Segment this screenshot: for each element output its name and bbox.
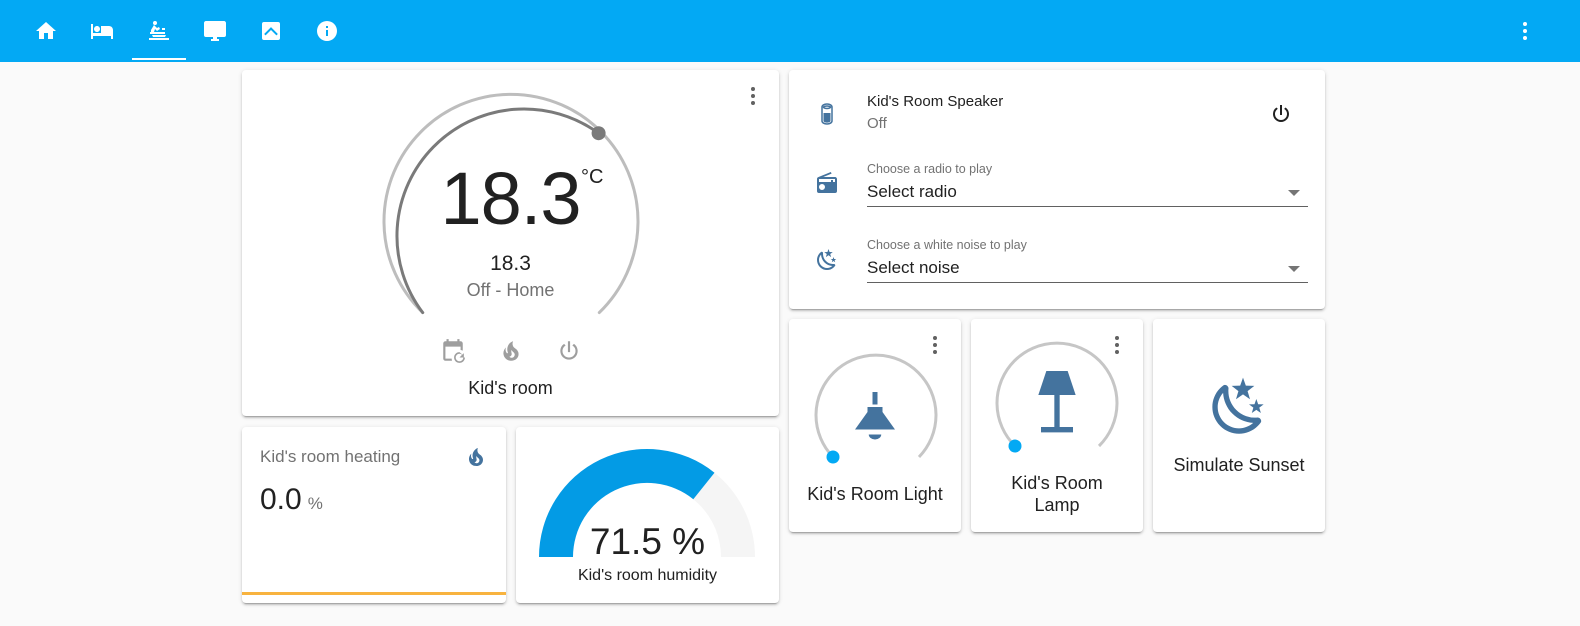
heating-sensor-card[interactable]: Kid's room heating 0.0% [242, 427, 506, 603]
thermostat-name: Kid's room [468, 378, 553, 398]
information-icon [317, 21, 337, 41]
thermostat-handle[interactable] [591, 126, 606, 141]
light-card-kids-room-light: Kid's Room Light [789, 319, 961, 532]
sensor-unit: % [307, 494, 323, 513]
chevron-up-box-icon [262, 22, 280, 40]
noise-select-label: Choose a white noise to play [867, 238, 1027, 252]
overflow-menu-button[interactable] [1510, 16, 1540, 46]
thermostat-status: Off - Home [466, 280, 555, 300]
scene-card-simulate-sunset[interactable]: Simulate Sunset [1153, 319, 1325, 532]
light-toggle-button[interactable] [845, 387, 905, 447]
speaker-icon [821, 103, 833, 125]
gauge-name: Kid's room humidity [577, 567, 718, 584]
scene-name: Simulate Sunset [1173, 455, 1305, 475]
lamp-toggle-button[interactable] [1025, 365, 1089, 441]
thermostat-card: 18.3 °C 18.3 Off - Home Kid's room [242, 70, 779, 416]
top-app-bar [0, 0, 1580, 62]
sensor-history-line [242, 592, 506, 595]
bed-icon [91, 24, 113, 39]
mode-off-button[interactable] [556, 338, 582, 364]
gauge-value: 71.5 % [589, 521, 706, 562]
ceiling-light-icon [855, 392, 895, 440]
radio-icon-wrap [815, 171, 839, 195]
sensor-icon [464, 445, 488, 469]
tab-monitor[interactable] [188, 0, 242, 62]
lamp-name-line2: Lamp [1034, 495, 1080, 515]
radio-select-underline [867, 206, 1308, 207]
lamp-name: Kid's Room Lamp [971, 472, 1143, 516]
dots-vertical-icon [1523, 22, 1527, 40]
baby-bath-icon [149, 21, 169, 40]
calendar-sync-icon [442, 339, 465, 363]
noise-select-underline [867, 282, 1308, 283]
thermostat-mode-buttons [242, 338, 779, 364]
mode-heat-button[interactable] [498, 338, 524, 364]
light-name: Kid's Room Light [807, 484, 943, 504]
speaker-power-button[interactable] [1267, 100, 1295, 128]
weather-night-icon [1212, 377, 1264, 434]
sensor-value-row: 0.0% [260, 483, 323, 517]
speaker-title[interactable]: Kid's Room Speaker [867, 93, 1003, 110]
speaker-icon-wrap [815, 102, 839, 126]
thermostat-dial[interactable] [242, 70, 779, 416]
light-card-kids-room-lamp: Kid's Room Lamp [971, 319, 1143, 532]
thermostat-current-temp: 18.3 [490, 252, 531, 275]
mode-auto-button[interactable] [440, 338, 466, 364]
sensor-value: 0.0 [260, 483, 302, 516]
thermostat-target-temp: 18.3 [440, 157, 581, 240]
radio-dropdown-arrow[interactable] [1288, 190, 1300, 196]
home-icon [36, 22, 56, 39]
power-icon [1273, 105, 1289, 122]
speaker-state: Off [867, 115, 887, 132]
weather-night-icon [817, 249, 837, 271]
humidity-gauge-card[interactable]: 71.5 % Kid's room humidity [516, 427, 779, 603]
active-tab-indicator [132, 58, 186, 60]
monitor-icon [204, 21, 226, 41]
floor-lamp-icon [1038, 371, 1076, 433]
tab-home[interactable] [19, 0, 73, 62]
sensor-name: Kid's room heating [260, 447, 401, 466]
noise-dropdown-arrow[interactable] [1288, 266, 1300, 272]
radio-icon [817, 172, 837, 193]
noise-icon-wrap [815, 248, 839, 272]
light-slider-handle[interactable] [826, 450, 840, 464]
tab-kids-room[interactable] [132, 0, 186, 62]
entities-card: Kid's Room Speaker Off Choose a radio to… [789, 70, 1325, 309]
lamp-name-line1: Kid's Room [1011, 473, 1103, 493]
radio-select[interactable]: Select radio [867, 182, 957, 202]
radio-select-label: Choose a radio to play [867, 162, 993, 176]
tab-chevron-up-box[interactable] [244, 0, 298, 62]
fire-icon [468, 448, 483, 466]
tab-bedroom[interactable] [75, 0, 129, 62]
fire-icon [502, 341, 519, 361]
tab-info[interactable] [300, 0, 354, 62]
thermostat-unit: °C [581, 166, 604, 188]
power-icon [559, 341, 578, 360]
lamp-slider-handle[interactable] [1008, 439, 1022, 453]
noise-select[interactable]: Select noise [867, 258, 960, 278]
scene-icon [1207, 375, 1271, 439]
